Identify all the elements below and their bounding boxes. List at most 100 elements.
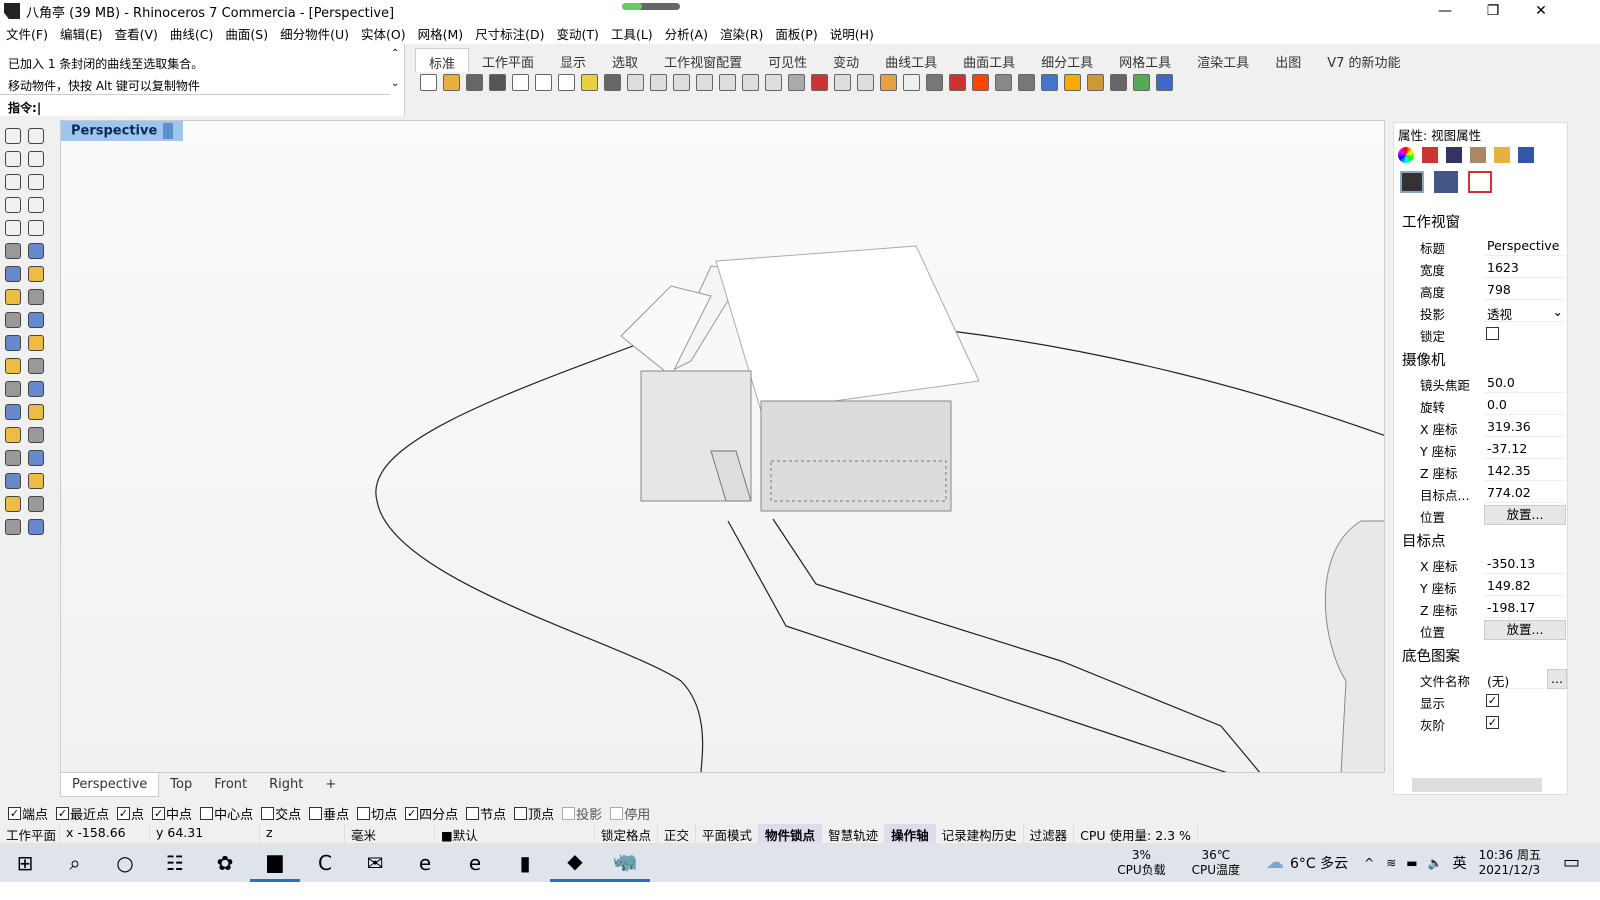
checkbox[interactable]: ✓ xyxy=(117,806,131,820)
target-distance-field[interactable]: 774.02 xyxy=(1484,483,1566,503)
left-tool-icon[interactable] xyxy=(28,128,44,144)
dropdown-icon[interactable] xyxy=(163,123,174,139)
toolbar-tab[interactable]: 出图 xyxy=(1262,48,1314,72)
toolbar-tab[interactable]: 渲染工具 xyxy=(1184,48,1262,72)
toolbar-tab[interactable]: 可见性 xyxy=(755,48,820,72)
show-checkbox[interactable]: ✓ xyxy=(1486,694,1499,707)
status-item[interactable]: 物件锁点 xyxy=(759,824,823,843)
left-tool-icon[interactable] xyxy=(5,266,21,282)
left-tool-icon[interactable] xyxy=(5,404,21,420)
camera-y-field[interactable]: -37.12 xyxy=(1484,439,1566,459)
toolbar-tool-icon[interactable] xyxy=(949,74,966,91)
menu-item[interactable]: 尺寸标注(D) xyxy=(475,24,544,43)
left-tool-icon[interactable] xyxy=(5,358,21,374)
osnap-9[interactable]: 节点 xyxy=(466,804,506,823)
osnap-6[interactable]: 垂点 xyxy=(309,804,349,823)
toolbar-tab[interactable]: 选取 xyxy=(599,48,651,72)
perspective-viewport[interactable]: Perspective xyxy=(60,120,1385,773)
toolbar-tool-icon[interactable] xyxy=(765,74,782,91)
weather-icon[interactable]: ☁ xyxy=(1266,852,1284,873)
ground-plane-icon[interactable] xyxy=(1470,147,1486,163)
render-icon[interactable] xyxy=(1434,171,1458,193)
checkbox[interactable]: ✓ xyxy=(405,806,419,820)
status-item[interactable]: 平面模式 xyxy=(696,824,760,843)
viewport-tab[interactable]: Perspective xyxy=(60,773,160,797)
taskview-icon[interactable]: ☷ xyxy=(150,843,200,882)
toolbar-tool-icon[interactable] xyxy=(604,74,621,91)
left-tool-icon[interactable] xyxy=(5,312,21,328)
menu-item[interactable]: 文件(F) xyxy=(6,24,48,43)
osnap-12[interactable]: 停用 xyxy=(610,804,650,823)
material-icon[interactable] xyxy=(1398,147,1414,163)
menu-item[interactable]: 曲面(S) xyxy=(225,24,268,43)
browse-button[interactable]: ... xyxy=(1547,669,1567,689)
toolbar-tool-icon[interactable] xyxy=(535,74,552,91)
toolbar-tool-icon[interactable] xyxy=(443,74,460,91)
cortana-icon[interactable]: ○ xyxy=(100,843,150,882)
menu-item[interactable]: 渲染(R) xyxy=(720,24,763,43)
target-z-field[interactable]: -198.17 xyxy=(1484,598,1566,618)
left-tool-icon[interactable] xyxy=(28,496,44,512)
left-tool-icon[interactable] xyxy=(5,496,21,512)
left-tool-icon[interactable] xyxy=(28,335,44,351)
rotate-field[interactable]: 0.0 xyxy=(1484,395,1566,415)
toolbar-tool-icon[interactable] xyxy=(420,74,437,91)
viewport-title[interactable]: Perspective xyxy=(61,121,184,141)
left-tool-icon[interactable] xyxy=(28,427,44,443)
toolbar-tool-icon[interactable] xyxy=(466,74,483,91)
toolbar-tool-icon[interactable] xyxy=(1018,74,1035,91)
left-tool-icon[interactable] xyxy=(5,381,21,397)
left-tool-icon[interactable] xyxy=(28,473,44,489)
wifi-icon[interactable]: ≋ xyxy=(1386,856,1396,870)
scroll-down-icon[interactable]: ⌄ xyxy=(391,78,399,89)
osnap-2[interactable]: ✓ 点 xyxy=(117,804,144,823)
left-tool-icon[interactable] xyxy=(28,197,44,213)
close-button[interactable]: ✕ xyxy=(1518,0,1564,22)
camera-icon[interactable] xyxy=(1400,171,1424,193)
app-flame-icon[interactable]: ◆ xyxy=(550,843,600,882)
toolbar-tab[interactable]: 工作平面 xyxy=(469,48,547,72)
title-field[interactable]: Perspective xyxy=(1484,236,1566,256)
toolbar-tool-icon[interactable] xyxy=(1064,74,1081,91)
minimize-button[interactable]: — xyxy=(1422,0,1468,22)
menu-item[interactable]: 网格(M) xyxy=(418,24,464,43)
viewport-tab[interactable]: Front xyxy=(203,773,258,797)
checkbox[interactable] xyxy=(357,806,371,820)
volume-icon[interactable]: 🔈 xyxy=(1428,856,1443,870)
command-input[interactable]: 指令:| xyxy=(0,94,390,116)
toolbar-tool-icon[interactable] xyxy=(1156,74,1173,91)
horizontal-scrollbar[interactable] xyxy=(1412,778,1542,792)
osnap-4[interactable]: 中心点 xyxy=(200,804,253,823)
lock-checkbox[interactable] xyxy=(1486,327,1499,340)
left-tool-icon[interactable] xyxy=(28,220,44,236)
left-tool-icon[interactable] xyxy=(5,174,21,190)
left-tool-icon[interactable] xyxy=(28,266,44,282)
camera-place-button[interactable]: 放置... xyxy=(1484,505,1566,525)
office-icon[interactable]: ▮ xyxy=(500,843,550,882)
osnap-5[interactable]: 交点 xyxy=(261,804,301,823)
ime-indicator[interactable]: 英 xyxy=(1453,853,1467,873)
toolbar-tab[interactable]: 变动 xyxy=(820,48,872,72)
toolbar-tool-icon[interactable] xyxy=(903,74,920,91)
checkbox[interactable] xyxy=(610,806,624,820)
toolbar-tab[interactable]: 显示 xyxy=(547,48,599,72)
edge-icon[interactable]: e xyxy=(400,843,450,882)
browser-e-icon[interactable]: e xyxy=(450,843,500,882)
explorer-icon[interactable]: ▆ xyxy=(250,843,300,882)
menu-item[interactable]: 曲线(C) xyxy=(170,24,213,43)
left-tool-icon[interactable] xyxy=(28,404,44,420)
status-item[interactable]: 正交 xyxy=(658,824,697,843)
status-item[interactable]: 智慧轨迹 xyxy=(822,824,886,843)
camera-x-field[interactable]: 319.36 xyxy=(1484,417,1566,437)
toolbar-tool-icon[interactable] xyxy=(696,74,713,91)
left-tool-icon[interactable] xyxy=(5,197,21,213)
toolbar-tool-icon[interactable] xyxy=(512,74,529,91)
scroll-up-icon[interactable]: ⌃ xyxy=(391,48,399,59)
viewport-tab[interactable]: + xyxy=(314,773,347,797)
filename-field[interactable]: (无) xyxy=(1484,669,1544,689)
start-icon[interactable]: ⊞ xyxy=(0,843,50,882)
toolbar-tool-icon[interactable] xyxy=(788,74,805,91)
menu-item[interactable]: 编辑(E) xyxy=(60,24,103,43)
toolbar-tool-icon[interactable] xyxy=(742,74,759,91)
left-tool-icon[interactable] xyxy=(5,151,21,167)
